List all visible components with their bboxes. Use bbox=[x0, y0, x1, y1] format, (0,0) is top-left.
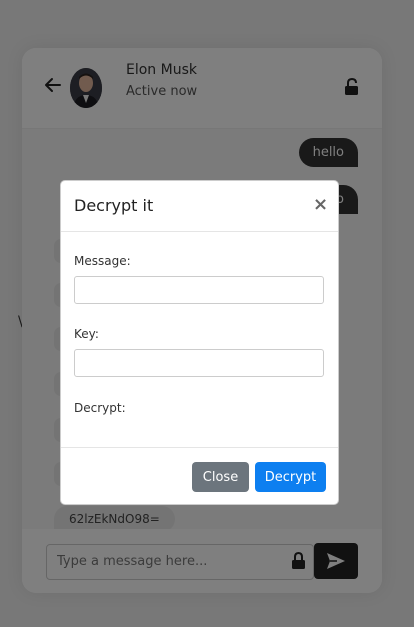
message-label: Message: bbox=[74, 254, 131, 268]
decrypt-result-label: Decrypt: bbox=[74, 401, 126, 415]
close-button[interactable]: Close bbox=[192, 462, 249, 492]
modal-header: Decrypt it × bbox=[61, 181, 338, 232]
decrypt-modal: Decrypt it × Message: Key: Decrypt: Clos… bbox=[60, 180, 339, 505]
modal-body: Message: Key: Decrypt: bbox=[61, 232, 338, 447]
key-field[interactable] bbox=[74, 349, 324, 377]
key-label: Key: bbox=[74, 327, 99, 341]
decrypt-button[interactable]: Decrypt bbox=[255, 462, 326, 492]
message-field[interactable] bbox=[74, 276, 324, 304]
modal-title: Decrypt it bbox=[74, 196, 154, 215]
close-icon[interactable]: × bbox=[313, 194, 328, 215]
modal-footer: Close Decrypt bbox=[61, 447, 338, 505]
